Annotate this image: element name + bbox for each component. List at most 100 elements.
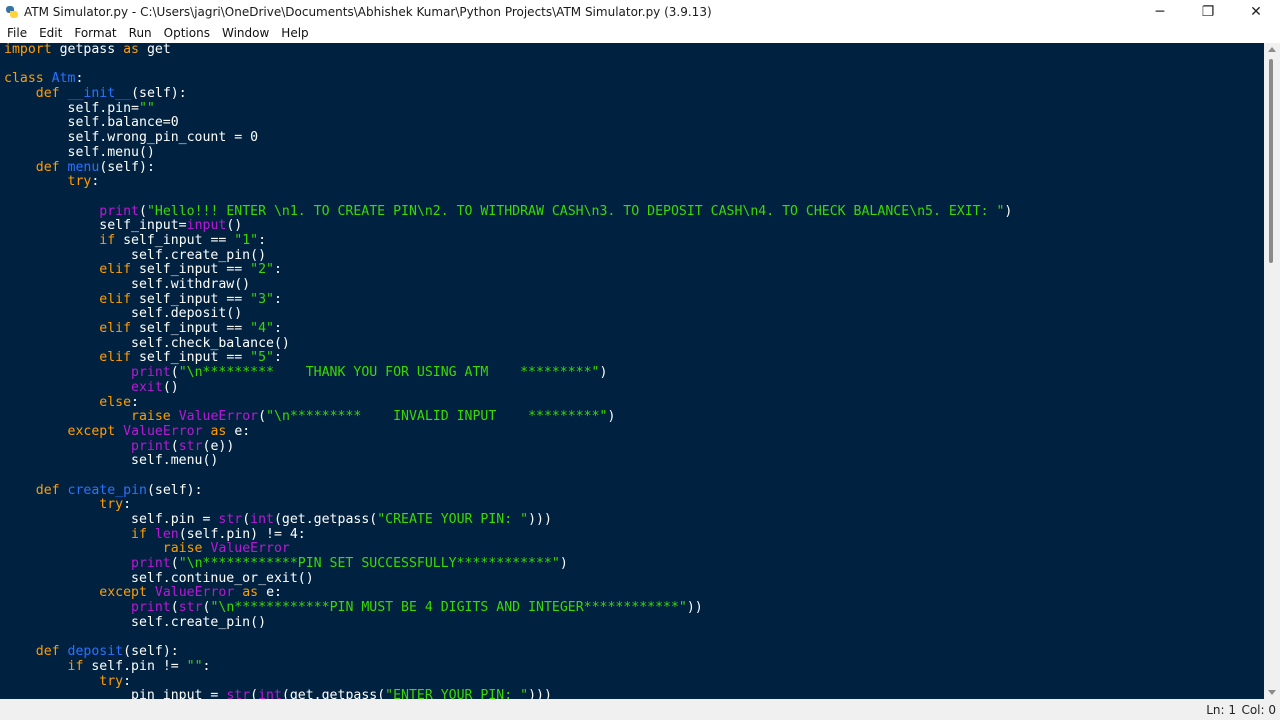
code-token: (): [162, 379, 179, 395]
code-line[interactable]: self.deposit(): [4, 307, 1264, 322]
menu-format[interactable]: Format: [67, 24, 121, 43]
code-token: (e)): [202, 438, 235, 454]
code-line[interactable]: if self_input == "1":: [4, 232, 1264, 249]
code-line[interactable]: self.pin="": [4, 101, 1264, 117]
code-line[interactable]: [4, 631, 1264, 646]
code-line[interactable]: raise ValueError: [4, 542, 1264, 557]
code-line[interactable]: self.check_balance(): [4, 336, 1264, 352]
code-token: :: [258, 232, 267, 248]
code-line[interactable]: print("\n********* THANK YOU FOR USING A…: [4, 365, 1264, 381]
line-number-status: Ln: 1: [1206, 703, 1236, 717]
code-token: str: [218, 512, 243, 527]
code-line[interactable]: self_input=input(): [4, 218, 1264, 234]
code-token: if: [131, 526, 147, 542]
code-token: self.balance=0: [4, 115, 179, 131]
code-line[interactable]: try:: [4, 673, 1264, 690]
code-line[interactable]: [4, 469, 1264, 484]
scrollbar-thumb[interactable]: [1269, 59, 1273, 263]
code-token: (get.getpass(: [281, 688, 386, 699]
code-line[interactable]: elif self_input == "2":: [4, 262, 1264, 278]
code-token: :: [273, 291, 282, 307]
code-line[interactable]: self.wrong_pin_count = 0: [4, 130, 1264, 146]
code-line[interactable]: print(str(e)): [4, 438, 1264, 455]
code-line[interactable]: self.balance=0: [4, 116, 1264, 131]
code-text[interactable]: import getpass as get class Atm: def __i…: [0, 43, 1264, 699]
code-token: import: [4, 43, 52, 57]
code-token: as: [123, 43, 139, 57]
code-token: self.create_pin(): [4, 614, 267, 630]
code-line[interactable]: except ValueError as e:: [4, 586, 1264, 601]
code-token: self.wrong_pin_count = 0: [4, 130, 259, 146]
code-line[interactable]: self.pin = str(int(get.getpass("CREATE Y…: [4, 512, 1264, 528]
menu-window[interactable]: Window: [215, 24, 274, 43]
code-token: print: [131, 556, 171, 572]
code-line[interactable]: else:: [4, 394, 1264, 411]
code-token: :: [273, 321, 282, 337]
code-line[interactable]: print("Hello!!! ENTER \n1. TO CREATE PIN…: [4, 204, 1264, 220]
code-line[interactable]: def create_pin(self):: [4, 482, 1264, 499]
menu-run[interactable]: Run: [122, 24, 157, 43]
code-line[interactable]: print(str("\n************PIN MUST BE 4 D…: [4, 600, 1264, 616]
code-line[interactable]: if self.pin != "":: [4, 659, 1264, 675]
code-line[interactable]: except ValueError as e:: [4, 424, 1264, 440]
code-token: self_input ==: [131, 321, 251, 337]
code-line[interactable]: pin_input = str(int(get.getpass("ENTER Y…: [4, 688, 1264, 699]
code-line[interactable]: raise ValueError("\n********* INVALID IN…: [4, 409, 1264, 425]
code-line[interactable]: def __init__(self):: [4, 86, 1264, 102]
code-token: create_pin: [67, 482, 147, 498]
menu-help[interactable]: Help: [274, 24, 313, 43]
code-line[interactable]: elif self_input == "3":: [4, 291, 1264, 308]
code-editor[interactable]: import getpass as get class Atm: def __i…: [0, 43, 1264, 699]
window-title: ATM Simulator.py - C:\Users\jagri\OneDri…: [24, 5, 712, 19]
code-line[interactable]: try:: [4, 497, 1264, 513]
maximize-button[interactable]: ❐: [1184, 0, 1232, 24]
code-token: def: [35, 86, 60, 102]
close-button[interactable]: ✕: [1232, 0, 1280, 24]
code-token: "\n************PIN MUST BE 4 DIGITS AND …: [210, 600, 687, 616]
code-line[interactable]: import getpass as get: [4, 43, 1264, 58]
code-token: "CREATE YOUR PIN: ": [377, 512, 529, 527]
code-line[interactable]: elif self_input == "5":: [4, 351, 1264, 366]
menu-options[interactable]: Options: [157, 24, 215, 43]
code-line[interactable]: exit(): [4, 379, 1264, 396]
code-token: :: [131, 394, 139, 410]
code-line[interactable]: self.menu(): [4, 145, 1264, 161]
code-line[interactable]: self.continue_or_exit(): [4, 571, 1264, 587]
code-token: as: [242, 585, 259, 601]
code-token: def: [35, 482, 60, 498]
vertical-scrollbar[interactable]: [1264, 43, 1280, 699]
code-token: (: [170, 600, 179, 616]
code-token: (self):: [123, 644, 179, 660]
code-line[interactable]: self.create_pin(): [4, 614, 1264, 631]
code-line[interactable]: [4, 190, 1264, 205]
code-line[interactable]: def menu(self):: [4, 160, 1264, 176]
code-line[interactable]: class Atm:: [4, 72, 1264, 87]
code-token: :: [123, 673, 132, 689]
code-token: raise: [131, 409, 171, 425]
code-line[interactable]: self.withdraw(): [4, 277, 1264, 293]
minimize-button[interactable]: ─: [1136, 0, 1184, 24]
code-line[interactable]: elif self_input == "4":: [4, 321, 1264, 337]
code-token: :: [273, 350, 282, 366]
code-token: )): [686, 600, 703, 616]
code-line[interactable]: self.menu(): [4, 453, 1264, 469]
menu-edit[interactable]: Edit: [32, 24, 67, 43]
code-token: :: [75, 71, 84, 87]
code-line[interactable]: [4, 58, 1264, 73]
code-line[interactable]: self.create_pin(): [4, 248, 1264, 264]
code-line[interactable]: def deposit(self):: [4, 644, 1264, 660]
menu-file[interactable]: File: [0, 24, 32, 43]
scroll-down-icon[interactable]: [1268, 690, 1276, 695]
code-token: self_input ==: [115, 232, 235, 248]
code-line[interactable]: try:: [4, 174, 1264, 190]
code-line[interactable]: print("\n************PIN SET SUCCESSFULL…: [4, 556, 1264, 572]
scroll-up-icon[interactable]: [1268, 47, 1276, 52]
code-line[interactable]: if len(self.pin) != 4:: [4, 526, 1264, 543]
